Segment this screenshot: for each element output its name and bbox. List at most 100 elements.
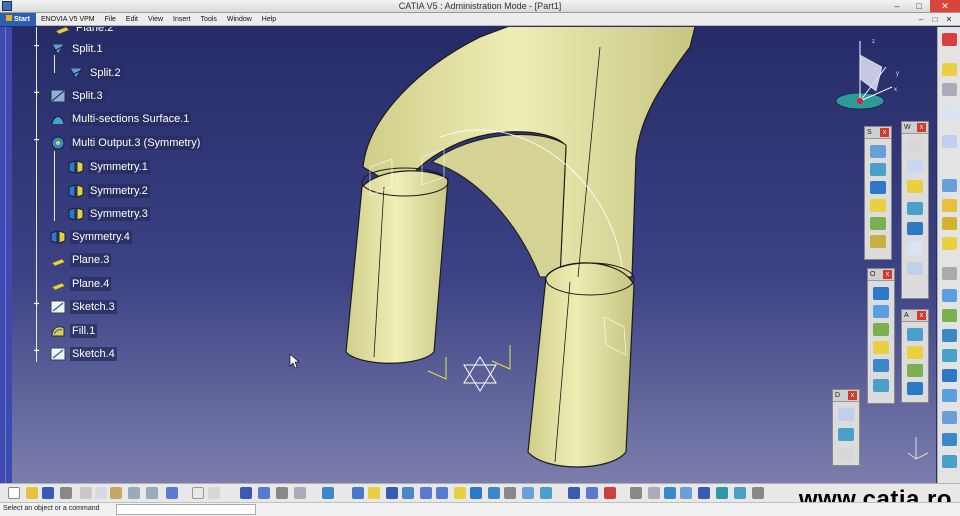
minimize-button[interactable]: – — [886, 0, 908, 12]
redo-icon[interactable] — [146, 487, 158, 499]
3d-compass-icon[interactable] — [716, 487, 728, 499]
developed-shapes-icon[interactable] — [838, 408, 854, 421]
menu-help[interactable]: Help — [257, 13, 281, 26]
zoom-in-icon[interactable] — [420, 487, 432, 499]
tree-item-plane-3[interactable]: Plane.3 — [50, 251, 112, 269]
new-file-icon[interactable] — [8, 487, 20, 499]
floating-toolbar-surfaces[interactable]: Sx — [864, 126, 892, 260]
apply-material-icon[interactable] — [604, 487, 616, 499]
draft-analysis-icon[interactable] — [907, 364, 923, 377]
doc-minimize-button[interactable]: – — [914, 13, 928, 26]
floating-toolbar-d[interactable]: Dx — [832, 389, 860, 466]
toolbar-close-icon[interactable]: x — [917, 311, 926, 320]
expand-sketch-4[interactable]: + — [32, 347, 41, 357]
curve-tool-icon[interactable] — [942, 135, 957, 148]
surface-tool-icon[interactable] — [942, 289, 957, 302]
tree-item-split-1[interactable]: Split.1 — [50, 40, 105, 58]
menu-file[interactable]: File — [100, 13, 121, 26]
menu-insert[interactable]: Insert — [168, 13, 196, 26]
save-icon[interactable] — [42, 487, 54, 499]
tree-item-symmetry-2[interactable]: Symmetry.2 — [68, 182, 150, 200]
start-menu[interactable]: Start — [0, 12, 36, 26]
trim-icon[interactable] — [942, 369, 957, 382]
compass-icon[interactable]: z y x — [832, 35, 912, 115]
transform-icon[interactable] — [942, 433, 957, 446]
menu-window[interactable]: Window — [222, 13, 257, 26]
print-icon[interactable] — [60, 487, 72, 499]
snap-to-point-icon[interactable] — [664, 487, 676, 499]
sketch-tool-icon[interactable] — [942, 107, 957, 120]
offset-tool-icon[interactable] — [942, 349, 957, 362]
tree-view-icon[interactable] — [258, 487, 270, 499]
toolbar-close-icon[interactable]: x — [880, 128, 889, 137]
tree-item-multi-output-3[interactable]: Multi Output.3 (Symmetry) — [50, 134, 203, 152]
command-input[interactable] — [116, 504, 256, 515]
extrude-icon[interactable] — [870, 145, 886, 158]
tree-item-symmetry-3[interactable]: Symmetry.3 — [68, 205, 150, 223]
axis-tool-icon[interactable] — [942, 83, 957, 96]
grid-icon[interactable] — [942, 179, 957, 192]
menu-edit[interactable]: Edit — [121, 13, 143, 26]
measure-between-icon[interactable] — [568, 487, 580, 499]
quick-select-icon[interactable] — [752, 487, 764, 499]
zoom-out-icon[interactable] — [436, 487, 448, 499]
translate-icon[interactable] — [873, 341, 889, 354]
law-icon[interactable] — [838, 428, 854, 441]
sweep-icon[interactable] — [870, 217, 886, 230]
porcupine-icon[interactable] — [907, 382, 923, 395]
workbench-icon[interactable] — [942, 33, 957, 46]
repeat-icon[interactable] — [942, 455, 957, 468]
axis-system[interactable] — [427, 345, 511, 392]
body-icon[interactable] — [942, 217, 957, 230]
tree-item-symmetry-1[interactable]: Symmetry.1 — [68, 158, 150, 176]
floating-toolbar-wireframe[interactable]: Wx — [901, 121, 929, 299]
menu-tools[interactable]: Tools — [196, 13, 222, 26]
undo-icon[interactable] — [128, 487, 140, 499]
tree-item-plane-2[interactable]: Plane.2 — [54, 27, 116, 37]
cut-icon[interactable] — [80, 487, 92, 499]
offset-icon[interactable] — [870, 199, 886, 212]
join-icon[interactable] — [873, 287, 889, 300]
work-on-support-icon[interactable] — [648, 487, 660, 499]
intersection-icon[interactable] — [907, 222, 923, 235]
view-selector-icon[interactable] — [470, 487, 482, 499]
sketcher-icon[interactable] — [942, 63, 957, 76]
help-icon[interactable] — [166, 487, 178, 499]
paste-icon[interactable] — [110, 487, 122, 499]
shape-morphing-icon[interactable] — [838, 448, 854, 461]
grid-view-icon[interactable] — [698, 487, 710, 499]
tree-item-fill-1[interactable]: Fill.1 — [50, 322, 98, 340]
blend-icon[interactable] — [942, 309, 957, 322]
update-icon[interactable] — [322, 487, 334, 499]
left-leg-surface[interactable] — [345, 170, 449, 364]
fly-mode-icon[interactable] — [352, 487, 364, 499]
split-tool-icon[interactable] — [873, 305, 889, 318]
circle-icon[interactable] — [907, 242, 923, 255]
snap-icon[interactable] — [630, 487, 642, 499]
extract-icon[interactable] — [942, 411, 957, 424]
expand-split-3[interactable]: + — [32, 89, 41, 99]
tree-item-split-3[interactable]: Split.3 — [50, 87, 105, 105]
sphere-icon[interactable] — [870, 181, 886, 194]
fillet-icon[interactable] — [873, 323, 889, 336]
line-icon[interactable] — [907, 160, 923, 173]
plane-tool-icon[interactable] — [907, 180, 923, 193]
selection-icon[interactable] — [734, 487, 746, 499]
rotate-icon[interactable] — [402, 487, 414, 499]
toolbar-close-icon[interactable]: x — [848, 391, 857, 400]
arch-inner-face[interactable] — [430, 134, 567, 278]
sweep-tool-icon[interactable] — [942, 329, 957, 342]
maximize-button[interactable]: □ — [908, 0, 930, 12]
tree-item-plane-4[interactable]: Plane.4 — [50, 275, 112, 293]
shading-icon[interactable] — [504, 487, 516, 499]
comment-icon[interactable] — [208, 487, 220, 499]
menu-view[interactable]: View — [143, 13, 168, 26]
collapse-split-1[interactable]: − — [32, 42, 41, 52]
render-style-icon[interactable] — [488, 487, 500, 499]
tree-item-symmetry-4[interactable]: Symmetry.4 — [50, 228, 132, 246]
boundary-icon[interactable] — [942, 389, 957, 402]
formula-icon[interactable] — [192, 487, 204, 499]
menu-enovia[interactable]: ENOVIA V5 VPM — [36, 13, 100, 26]
pattern-icon[interactable] — [942, 199, 957, 212]
normal-view-icon[interactable] — [454, 487, 466, 499]
